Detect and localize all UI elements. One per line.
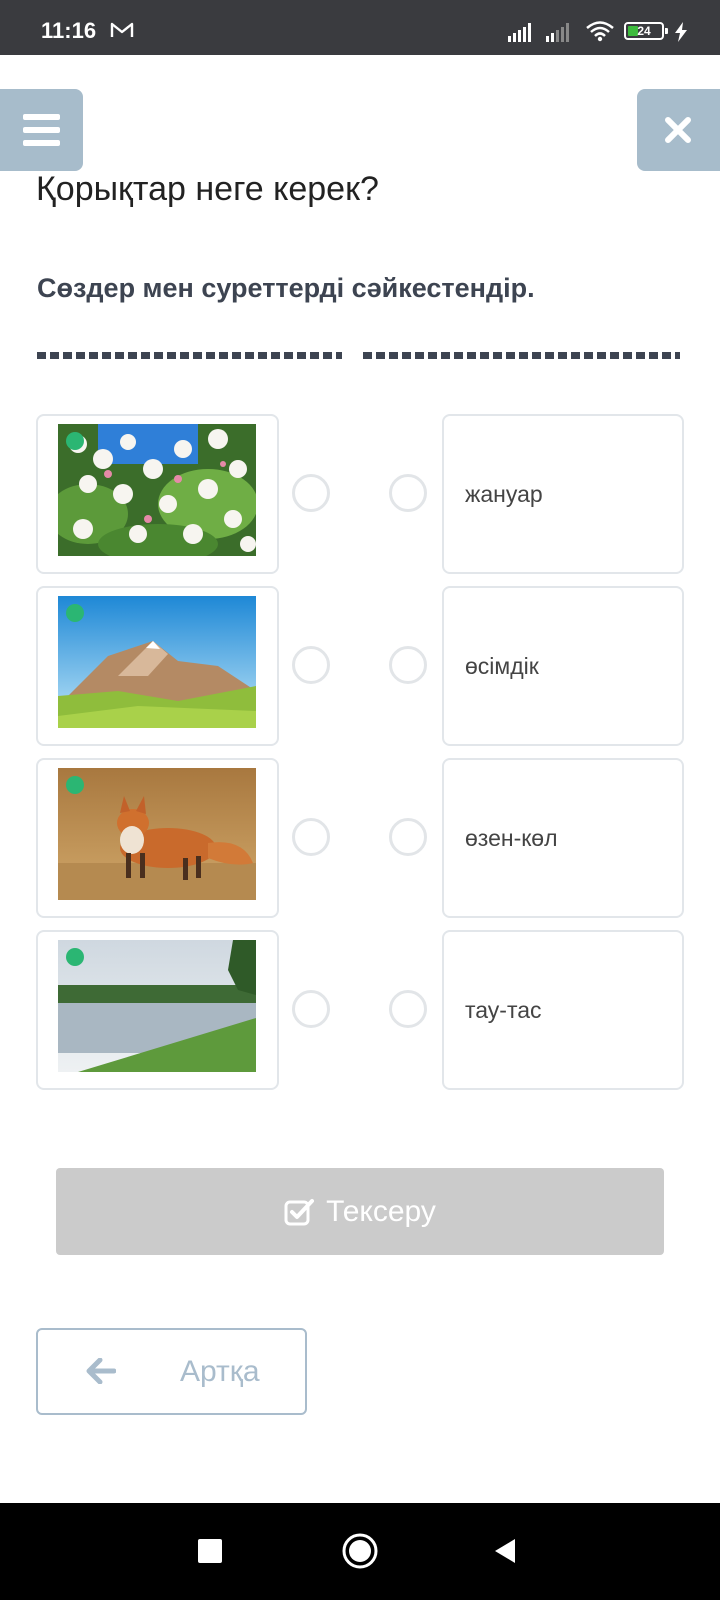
image-radio-river[interactable] xyxy=(292,990,330,1028)
image-radio-mountains[interactable] xyxy=(292,646,330,684)
divider xyxy=(37,352,342,359)
status-time: 11:16 xyxy=(41,18,97,43)
image-card-fox xyxy=(36,758,279,918)
word-radio-tau-tas[interactable] xyxy=(389,990,427,1028)
signal-icon xyxy=(546,23,569,42)
wifi-icon xyxy=(586,21,614,42)
divider xyxy=(363,352,680,359)
arrow-left-icon xyxy=(86,1358,116,1384)
word-label: жануар xyxy=(465,481,543,507)
check-button[interactable]: Тексеру xyxy=(56,1168,664,1255)
battery-icon: 24 xyxy=(624,22,668,40)
word-label: өзен-көл xyxy=(465,825,558,851)
word-card-januar: жануар xyxy=(442,414,684,574)
battery-level: 24 xyxy=(637,24,651,38)
image-card-mountains xyxy=(36,586,279,746)
logo-badge xyxy=(66,604,84,622)
image-radio-blossom[interactable] xyxy=(292,474,330,512)
image-card-blossom xyxy=(36,414,279,574)
fox-image xyxy=(58,768,256,900)
checkbox-icon xyxy=(284,1198,315,1225)
word-radio-januar[interactable] xyxy=(389,474,427,512)
image-card-river xyxy=(36,930,279,1090)
menu-button[interactable] xyxy=(0,89,83,171)
word-radio-osimdik[interactable] xyxy=(389,646,427,684)
mountains-image xyxy=(58,596,256,728)
word-label: өсімдік xyxy=(465,653,539,679)
river-image xyxy=(58,940,256,1072)
home-button[interactable] xyxy=(341,1532,379,1570)
status-bar: 11:16 24 xyxy=(0,0,720,55)
word-card-osimdik: өсімдік xyxy=(442,586,684,746)
word-label: тау-тас xyxy=(465,997,542,1023)
back-button[interactable]: Артқа xyxy=(36,1328,307,1415)
close-button[interactable] xyxy=(637,89,720,171)
blossom-image xyxy=(58,424,256,556)
logo-badge xyxy=(66,776,84,794)
check-label: Тексеру xyxy=(326,1194,436,1228)
system-back-button[interactable] xyxy=(493,1537,517,1565)
close-icon xyxy=(665,117,691,143)
word-card-ozen-kol: өзен-көл xyxy=(442,758,684,918)
charging-icon xyxy=(675,22,687,42)
word-card-tau-tas: тау-тас xyxy=(442,930,684,1090)
logo-badge xyxy=(66,948,84,966)
page-title: Қорықтар неге керек? xyxy=(36,170,379,208)
logo-badge xyxy=(66,432,84,450)
signal-icon xyxy=(508,23,531,42)
hamburger-icon xyxy=(23,114,60,120)
instruction-text: Сөздер мен суреттерді сәйкестендір. xyxy=(37,273,535,303)
back-label: Артқа xyxy=(180,1355,260,1388)
recents-button[interactable] xyxy=(198,1539,222,1563)
word-radio-ozen-kol[interactable] xyxy=(389,818,427,856)
gmail-icon xyxy=(110,22,134,37)
image-radio-fox[interactable] xyxy=(292,818,330,856)
